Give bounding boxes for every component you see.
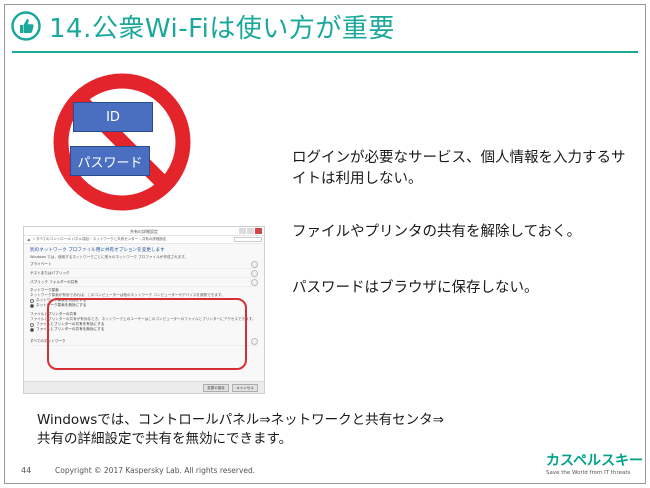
title-underline [12,51,638,53]
logo-wordmark: カスペルスキー [546,453,644,469]
dialog-footer: 変更の保存 キャンセル [24,381,264,393]
back-arrow-icon[interactable]: ◀ [27,238,30,242]
maximize-icon[interactable] [247,228,254,234]
password-credential-box: パスワード [70,146,150,176]
chevron-icon[interactable] [251,269,258,277]
sharing-options-highlight [47,298,247,370]
page-number: 44 [21,466,32,475]
profile-row-public-folder[interactable]: パブリック フォルダーの共有 [30,278,258,287]
dialog-title: 共有の詳細設定 [130,229,158,234]
thumbs-up-icon [11,11,41,41]
prohibited-icon [53,73,191,211]
breadcrumb: « すべてのコントロール パネル項目 › ネットワークと共有センター › 共有の… [32,237,167,241]
dialog-titlebar: 共有の詳細設定 [24,227,264,236]
close-icon[interactable] [255,228,262,234]
chevron-icon[interactable] [251,278,258,286]
save-changes-button[interactable]: 変更の保存 [203,384,229,392]
minimize-icon[interactable] [239,228,246,234]
slide-title: 14.公衆Wi-Fiは使い方が重要 [49,13,395,44]
bullet-password-storage: パスワードはブラウザに保存しない。 [292,280,539,296]
kaspersky-logo: カスペルスキー Save the World from IT threats [546,453,644,481]
windows-instructions: Windowsでは、コントロールパネル⇒ネットワークと共有センタ⇒ 共有の詳細設… [37,411,444,449]
profile-row-private[interactable]: プライベート [30,260,258,269]
title-bar: 14.公衆Wi-Fiは使い方が重要 [5,5,645,47]
copyright-notice: Copyright © 2017 Kaspersky Lab. All righ… [55,466,256,475]
profile-row-guest[interactable]: ゲストまたはパブリック [30,269,258,278]
address-bar[interactable]: ◀ « すべてのコントロール パネル項目 › ネットワークと共有センター › 共… [24,236,264,244]
chevron-icon[interactable] [251,260,258,268]
search-input[interactable] [234,237,262,242]
dialog-heading: 別のネットワーク プロファイル用に共有オプションを変更します [30,248,165,253]
instructions-line-2: 共有の詳細設定で共有を無効にできます。 [37,431,293,447]
instructions-line-1: Windowsでは、コントロールパネル⇒ネットワークと共有センタ⇒ [37,412,444,428]
cancel-button[interactable]: キャンセル [232,384,258,392]
chevron-icon[interactable] [251,337,258,345]
bullet-file-sharing: ファイルやプリンタの共有を解除しておく。 [292,224,582,240]
bullet-login-services: ログインが必要なサービス、個人情報を入力するサイトは利用しない。 [292,150,626,187]
id-credential-box: ID [73,102,153,132]
logo-tagline: Save the World from IT threats [546,470,631,476]
